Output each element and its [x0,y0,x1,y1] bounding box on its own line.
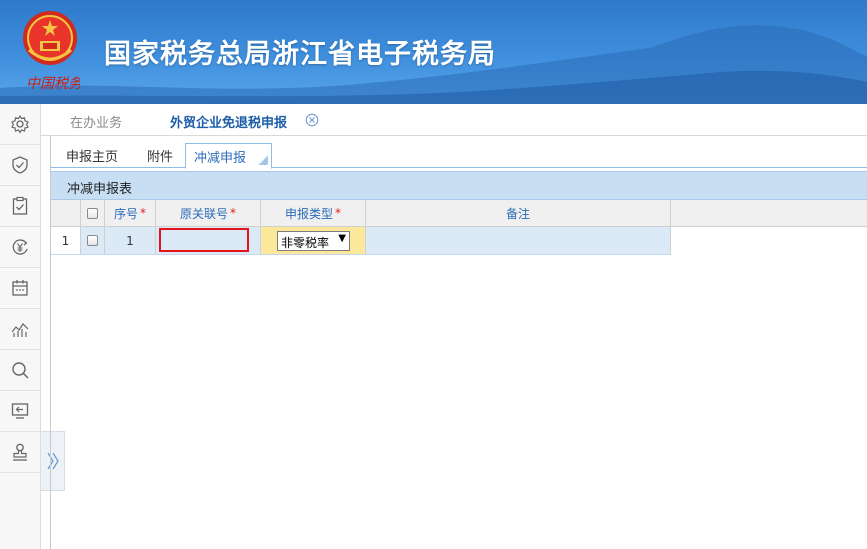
site-header: 中国税务 国家税务总局浙江省电子税务局 [0,0,867,104]
row-original-ref-cell[interactable] [156,227,261,254]
tax-emblem-caption: 中国税务 [26,76,80,92]
panel-title: 冲减申报表 [51,171,867,200]
resize-corner-icon [258,155,269,166]
tab-offset-declaration-label: 冲减申报 [194,151,247,166]
grid-header: 序号 * 原关联号 * 申报类型 * 备注 [51,200,867,227]
row-decl-type-cell[interactable]: 非零税率 ▼ [261,227,366,254]
sidebar-item-refund[interactable] [0,227,40,268]
sidebar-item-user[interactable] [0,432,40,473]
sidebar-item-exit[interactable] [0,391,40,432]
sidebar-item-settings[interactable] [0,104,40,145]
header-decl-type: 申报类型 * [261,200,366,226]
top-tab-bar: 在办业务 外贸企业免退税申报 [41,104,867,136]
row-remark[interactable] [366,227,671,254]
sidebar-item-tasks[interactable] [0,186,40,227]
tab-attachments[interactable]: 附件 [147,146,173,165]
left-sidebar [0,104,41,549]
tab-declaration-home[interactable]: 申报主页 [66,146,118,165]
tab-offset-declaration[interactable]: 冲减申报 [185,143,272,169]
stamp-icon [13,443,27,461]
original-ref-input[interactable] [159,228,249,252]
header-select-all[interactable] [81,200,105,226]
chart-line-icon [11,323,29,337]
shield-check-icon [12,156,28,174]
gear-icon [11,114,29,134]
calendar-icon [12,280,28,296]
search-icon [12,362,29,379]
svg-text:中国税务: 中国税务 [26,76,80,92]
header-seq: 序号 * [105,200,156,226]
close-tab-icon[interactable] [305,113,319,127]
row-select-cell[interactable] [81,227,105,254]
row-number: 1 [51,227,81,254]
table-row: 1 1 非零税率 ▼ [51,227,671,255]
header-original-ref: 原关联号 * [156,200,261,226]
row-checkbox[interactable] [87,235,98,246]
sidebar-item-search[interactable] [0,350,40,391]
sub-tab-bar: 申报主页 附件 冲减申报 [51,140,867,169]
dropdown-arrow-icon: ▼ [338,233,346,244]
header-row-number [51,200,81,226]
select-all-checkbox[interactable] [87,207,98,219]
sidebar-item-shield[interactable] [0,145,40,186]
tab-in-progress[interactable]: 在办业务 [70,112,122,131]
tab-export-refund-declaration[interactable]: 外贸企业免退税申报 [170,112,287,131]
clipboard-check-icon [12,196,28,215]
exit-screen-icon [11,403,29,419]
sidebar-item-statistics[interactable] [0,309,40,350]
decl-type-select[interactable]: 非零税率 ▼ [277,231,350,251]
tax-emblem-icon [23,11,77,65]
sidebar-item-calendar[interactable] [0,268,40,309]
row-seq: 1 [105,227,156,254]
yen-refund-icon [12,239,28,255]
content-frame: 申报主页 附件 冲减申报 冲减申报表 序号* 原关联号* 申报类型* 备注 [50,136,867,549]
site-title: 国家税务总局浙江省电子税务局 [104,39,496,70]
header-remark: 备注 [366,200,671,226]
